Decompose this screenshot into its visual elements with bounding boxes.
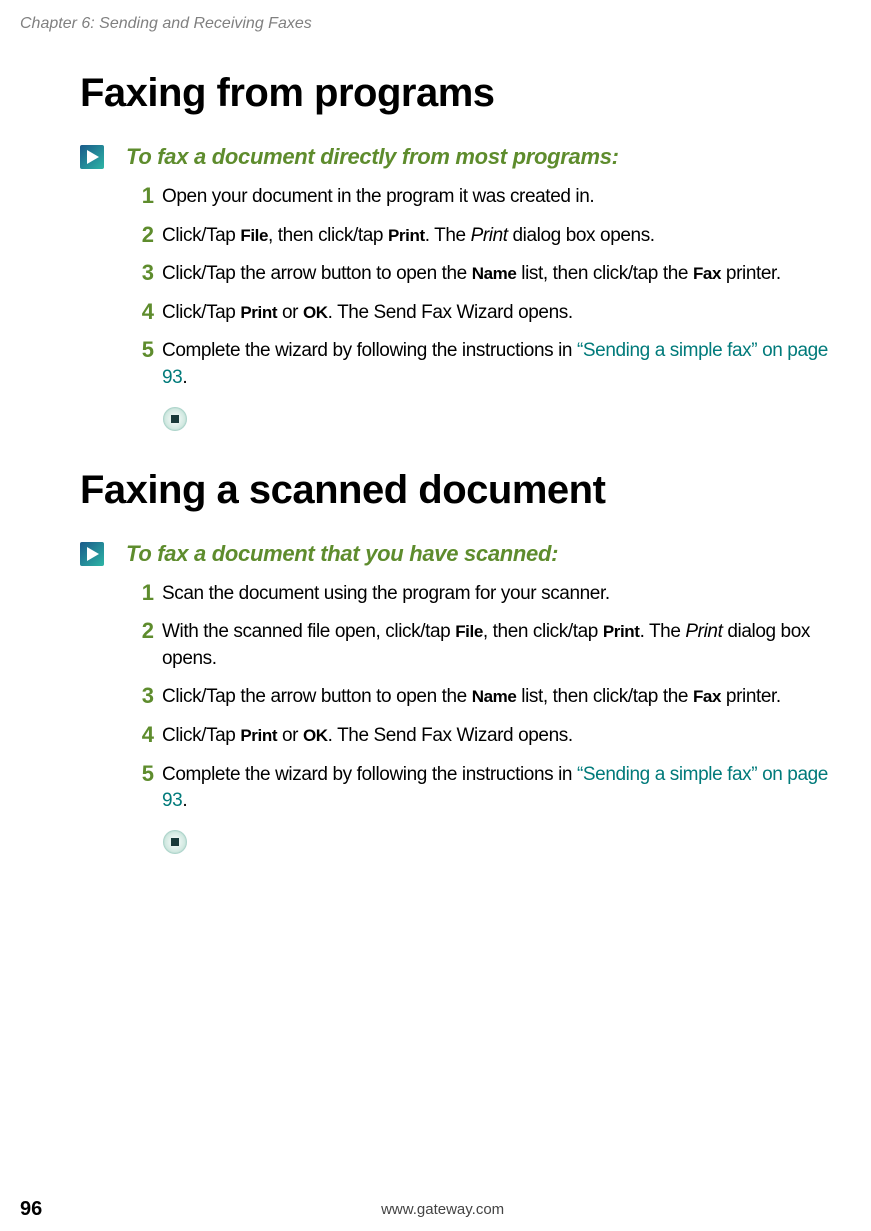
plain-text: list, then click/tap the (516, 686, 693, 707)
bold-text: OK (303, 303, 328, 322)
bold-text: Print (240, 303, 277, 322)
step-number: 1 (126, 581, 154, 608)
step-row: 5 Complete the wizard by following the in… (126, 762, 843, 815)
step-text: Click/Tap Print or OK. The Send Fax Wiza… (162, 300, 573, 327)
bold-text: Fax (693, 687, 721, 706)
plain-text: Complete the wizard by following the ins… (162, 340, 577, 361)
bold-text: Print (603, 622, 640, 641)
procedure-title: To fax a document directly from most pro… (126, 144, 619, 170)
step-row: 2 Click/Tap File, then click/tap Print. T… (126, 223, 843, 250)
plain-text: Open your document in the program it was… (162, 186, 594, 207)
step-row: 4 Click/Tap Print or OK. The Send Fax Wiz… (126, 300, 843, 327)
plain-text: Click/Tap the arrow button to open the (162, 686, 472, 707)
step-row: 4 Click/Tap Print or OK. The Send Fax Wiz… (126, 723, 843, 750)
plain-text: . (182, 790, 187, 811)
step-text: Click/Tap File, then click/tap Print. Th… (162, 223, 655, 250)
end-marker-icon (162, 406, 843, 432)
plain-text: . The (640, 621, 686, 642)
step-row: 3 Click/Tap the arrow button to open the … (126, 684, 843, 711)
plain-text: printer. (721, 686, 781, 707)
plain-text: . The Send Fax Wizard opens. (328, 725, 573, 746)
plain-text: Click/Tap (162, 302, 240, 323)
step-text: Complete the wizard by following the ins… (162, 762, 843, 815)
play-icon (80, 542, 104, 566)
step-row: 3 Click/Tap the arrow button to open the … (126, 261, 843, 288)
step-row: 5 Complete the wizard by following the in… (126, 338, 843, 391)
procedure-block: To fax a document directly from most pro… (80, 144, 843, 432)
plain-text: Complete the wizard by following the ins… (162, 764, 577, 785)
step-number: 3 (126, 261, 154, 288)
step-row: 1 Open your document in the program it wa… (126, 184, 843, 211)
bold-text: File (455, 622, 483, 641)
step-text: Click/Tap Print or OK. The Send Fax Wiza… (162, 723, 573, 750)
bold-text: OK (303, 726, 328, 745)
footer-url: www.gateway.com (42, 1201, 843, 1218)
plain-text: , then click/tap (268, 225, 388, 246)
step-number: 4 (126, 723, 154, 750)
italic-text: Print (685, 621, 722, 642)
plain-text: With the scanned file open, click/tap (162, 621, 455, 642)
procedure-title: To fax a document that you have scanned: (126, 541, 558, 567)
page-footer: 96 www.gateway.com (20, 1198, 843, 1221)
plain-text: Click/Tap (162, 725, 240, 746)
step-text: Click/Tap the arrow button to open the N… (162, 684, 781, 711)
bold-text: Fax (693, 264, 721, 283)
plain-text: Click/Tap (162, 225, 240, 246)
step-text: Scan the document using the program for … (162, 581, 610, 608)
page-number: 96 (20, 1198, 42, 1221)
plain-text: . The (425, 225, 471, 246)
bold-text: File (240, 226, 268, 245)
step-row: 1 Scan the document using the program for… (126, 581, 843, 608)
bold-text: Print (240, 726, 277, 745)
step-text: Click/Tap the arrow button to open the N… (162, 261, 781, 288)
step-number: 5 (126, 762, 154, 815)
plain-text: dialog box opens. (508, 225, 655, 246)
plain-text: printer. (721, 263, 781, 284)
plain-text: . The Send Fax Wizard opens. (328, 302, 573, 323)
step-number: 4 (126, 300, 154, 327)
step-number: 5 (126, 338, 154, 391)
step-number: 3 (126, 684, 154, 711)
plain-text: . (182, 367, 187, 388)
plain-text: , then click/tap (483, 621, 603, 642)
procedure-block: To fax a document that you have scanned:… (80, 541, 843, 855)
italic-text: Print (471, 225, 508, 246)
plain-text: Click/Tap the arrow button to open the (162, 263, 472, 284)
plain-text: Scan the document using the program for … (162, 583, 610, 604)
play-icon (80, 145, 104, 169)
step-number: 1 (126, 184, 154, 211)
section-heading: Faxing a scanned document (80, 468, 843, 513)
plain-text: list, then click/tap the (516, 263, 693, 284)
section-heading: Faxing from programs (80, 71, 843, 116)
step-text: Complete the wizard by following the ins… (162, 338, 843, 391)
chapter-header: Chapter 6: Sending and Receiving Faxes (20, 15, 843, 33)
step-number: 2 (126, 223, 154, 250)
plain-text: or (277, 302, 303, 323)
step-text: Open your document in the program it was… (162, 184, 594, 211)
step-text: With the scanned file open, click/tap Fi… (162, 619, 843, 672)
bold-text: Print (388, 226, 425, 245)
bold-text: Name (472, 687, 517, 706)
step-row: 2With the scanned file open, click/tap F… (126, 619, 843, 672)
bold-text: Name (472, 264, 517, 283)
step-number: 2 (126, 619, 154, 672)
end-marker-icon (162, 829, 843, 855)
plain-text: or (277, 725, 303, 746)
